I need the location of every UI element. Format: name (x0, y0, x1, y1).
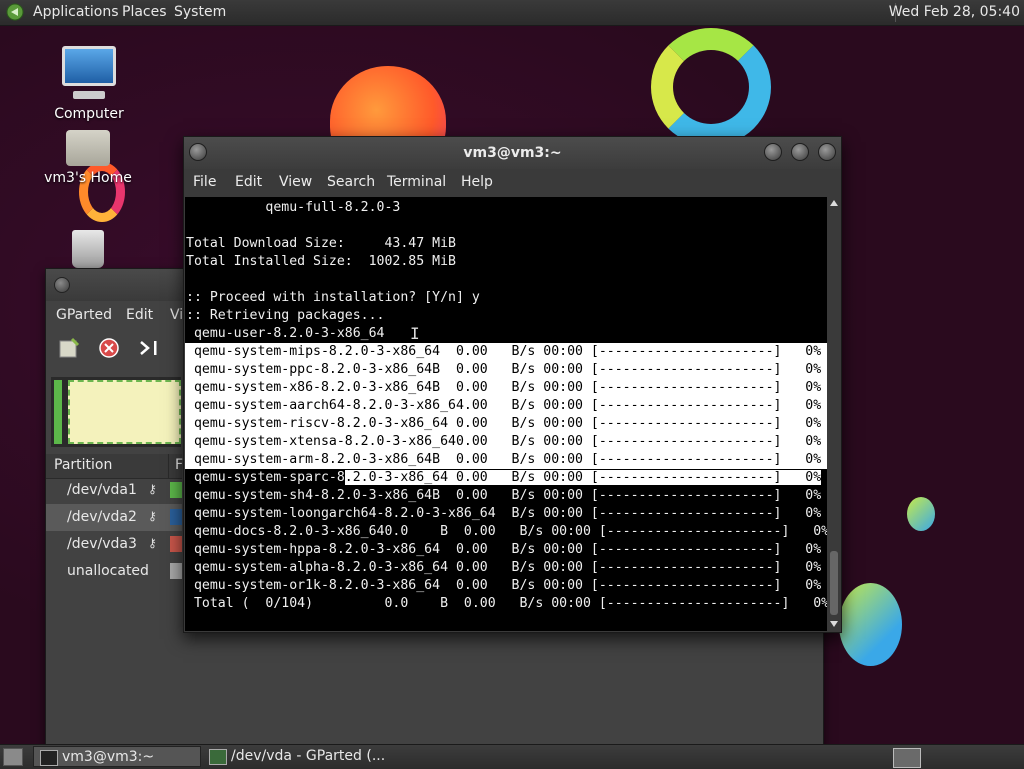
delete-partition-button[interactable] (96, 335, 122, 361)
terminal-line: qemu-docs-8.2.0-3-x86_640.0 B 0.00 B/s 0… (186, 524, 827, 539)
partition-name: /dev/vda1 (67, 482, 137, 498)
places-menu[interactable]: Places (122, 4, 167, 20)
terminal-line: qemu-system-alpha-8.2.0-3-x86_64 0.00 B/… (186, 560, 822, 575)
terminal-titlebar[interactable]: vm3@vm3:~ (184, 137, 841, 169)
terminal-line: qemu-system-loongarch64-8.2.0-3-x86_64 B… (186, 506, 822, 521)
partition-row[interactable]: /dev/vda3 ⚷ (46, 531, 182, 558)
new-partition-icon (59, 337, 80, 358)
selected-fragment: qemu-system-sparc-8 (186, 470, 345, 485)
partition-row[interactable]: unallocated (46, 558, 182, 585)
wallpaper-big-egg-shape (839, 583, 902, 666)
filesystem-color-swatch (170, 536, 182, 552)
partition-name: unallocated (67, 563, 149, 579)
taskbar-item-terminal[interactable]: vm3@vm3:~ (33, 746, 201, 767)
filesystem-color-swatch (170, 563, 182, 579)
terminal-line: qemu-full-8.2.0-3 (186, 200, 401, 215)
partition-table-header: Partition F (46, 454, 183, 479)
unselected-fragment: .2.0-3-x86_64 0.00 B/s 00:00 [----------… (344, 470, 822, 485)
gparted-menu-edit[interactable]: Edit (126, 307, 153, 323)
terminal-scrollbar[interactable] (828, 197, 840, 631)
partition-row[interactable]: /dev/vda2 ⚷ (46, 504, 182, 531)
terminal-line-selected: qemu-system-xtensa-8.2.0-3-x86_640.00 B/… (186, 434, 822, 449)
terminal-icon (40, 750, 58, 766)
terminal-menubar: File Edit View Search Terminal Help (184, 169, 841, 197)
menu-file[interactable]: File (193, 174, 216, 190)
menu-edit[interactable]: Edit (235, 174, 262, 190)
mate-logo-icon[interactable] (6, 3, 24, 21)
desktop-computer-label: Computer (54, 106, 124, 122)
wallpaper-small-egg-shape (907, 497, 935, 531)
computer-icon (62, 46, 116, 99)
gparted-menu-view[interactable]: Vi (170, 307, 183, 323)
top-panel: Applications Places System Wed Feb 28, 0… (0, 0, 1024, 26)
taskbar-item-gparted[interactable]: /dev/vda - GParted (... (203, 746, 393, 767)
desktop-computer[interactable]: Computer (44, 46, 134, 122)
applications-menu[interactable]: Applications (33, 4, 119, 20)
partition-row[interactable]: /dev/vda1 ⚷ (46, 477, 182, 504)
terminal-window[interactable]: vm3@vm3:~ File Edit View Search Terminal… (183, 136, 842, 633)
scroll-up-arrow-icon[interactable] (830, 200, 838, 206)
terminal-output[interactable]: qemu-full-8.2.0-3 Total Download Size: 4… (185, 197, 827, 631)
scrollbar-thumb[interactable] (830, 551, 838, 615)
wallpaper-ring-shape (651, 28, 771, 146)
resize-move-button[interactable] (136, 335, 162, 361)
terminal-title: vm3@vm3:~ (463, 145, 562, 161)
terminal-line: Total ( 0/104) 0.0 B 0.00 B/s 00:00 [---… (186, 596, 827, 611)
desktop-trash[interactable] (43, 230, 133, 272)
gparted-menu-gparted[interactable]: GParted (56, 307, 112, 323)
text-cursor-icon: I (410, 324, 420, 343)
gparted-icon (209, 749, 227, 765)
key-icon: ⚷ (148, 482, 157, 496)
disk-graphic (51, 377, 181, 447)
terminal-line: qemu-system-hppa-8.2.0-3-x86_64 0.00 B/s… (186, 542, 822, 557)
disk-partition-vda1[interactable] (54, 380, 62, 444)
key-icon: ⚷ (148, 536, 157, 550)
menu-help[interactable]: Help (461, 174, 493, 190)
menu-search[interactable]: Search (327, 174, 375, 190)
filesystem-color-swatch (170, 509, 182, 525)
clock[interactable]: Wed Feb 28, 05:40 (889, 4, 1020, 20)
terminal-line: :: Proceed with installation? [Y/n] y (186, 290, 480, 305)
taskbar-item-label: vm3@vm3:~ (62, 749, 155, 765)
terminal-line: qemu-system-or1k-8.2.0-3-x86_64 0.00 B/s… (186, 578, 822, 593)
window-menu-icon[interactable] (54, 277, 70, 293)
terminal-line-selected: qemu-system-x86-8.2.0-3-x86_64B 0.00 B/s… (186, 380, 822, 395)
partition-name: /dev/vda3 (67, 536, 137, 552)
terminal-line: Total Download Size: 43.47 MiB (186, 236, 456, 251)
new-partition-button[interactable] (56, 335, 82, 361)
maximize-button[interactable] (791, 143, 809, 161)
terminal-line-selected: qemu-system-arm-8.2.0-3-x86_64B 0.00 B/s… (186, 452, 822, 467)
filesystem-column-header[interactable]: F (168, 454, 183, 478)
system-menu[interactable]: System (174, 4, 226, 20)
terminal-line-selected: qemu-system-riscv-8.2.0-3-x86_64 0.00 B/… (186, 416, 822, 431)
terminal-line-partial-selection: qemu-system-sparc-8.2.0-3-x86_64 0.00 B/… (186, 469, 822, 487)
partition-name: /dev/vda2 (67, 509, 137, 525)
partition-column-header[interactable]: Partition (54, 457, 112, 473)
bottom-taskbar: vm3@vm3:~ /dev/vda - GParted (... (0, 744, 1024, 769)
desktop-home[interactable]: vm3's Home (43, 130, 133, 186)
terminal-line-selected: qemu-system-ppc-8.2.0-3-x86_64B 0.00 B/s… (186, 362, 822, 377)
scroll-down-arrow-icon[interactable] (830, 621, 838, 627)
home-folder-icon (66, 130, 110, 166)
minimize-button[interactable] (764, 143, 782, 161)
terminal-line: qemu-system-sh4-8.2.0-3-x86_64B 0.00 B/s… (186, 488, 822, 503)
terminal-line: :: Retrieving packages... (186, 308, 385, 323)
terminal-line-selected: qemu-system-mips-8.2.0-3-x86_64 0.00 B/s… (186, 344, 822, 359)
close-button[interactable] (818, 143, 836, 161)
disk-partition-vda2[interactable] (68, 380, 181, 444)
terminal-line: Total Installed Size: 1002.85 MiB (186, 254, 456, 269)
key-icon: ⚷ (148, 509, 157, 523)
workspace-switcher[interactable] (893, 748, 921, 768)
show-desktop-icon[interactable] (3, 748, 23, 766)
terminal-line-selected: qemu-system-aarch64-8.2.0-3-x86_64.00 B/… (186, 398, 822, 413)
taskbar-item-label: /dev/vda - GParted (... (231, 748, 386, 764)
terminal-line: qemu-user-8.2.0-3-x86_64 (186, 326, 385, 341)
trash-icon (72, 230, 104, 268)
filesystem-color-swatch (170, 482, 182, 498)
resize-move-icon (140, 341, 157, 355)
menu-view[interactable]: View (279, 174, 312, 190)
delete-icon (99, 338, 119, 358)
desktop-home-label: vm3's Home (44, 170, 132, 186)
menu-terminal[interactable]: Terminal (387, 174, 446, 190)
